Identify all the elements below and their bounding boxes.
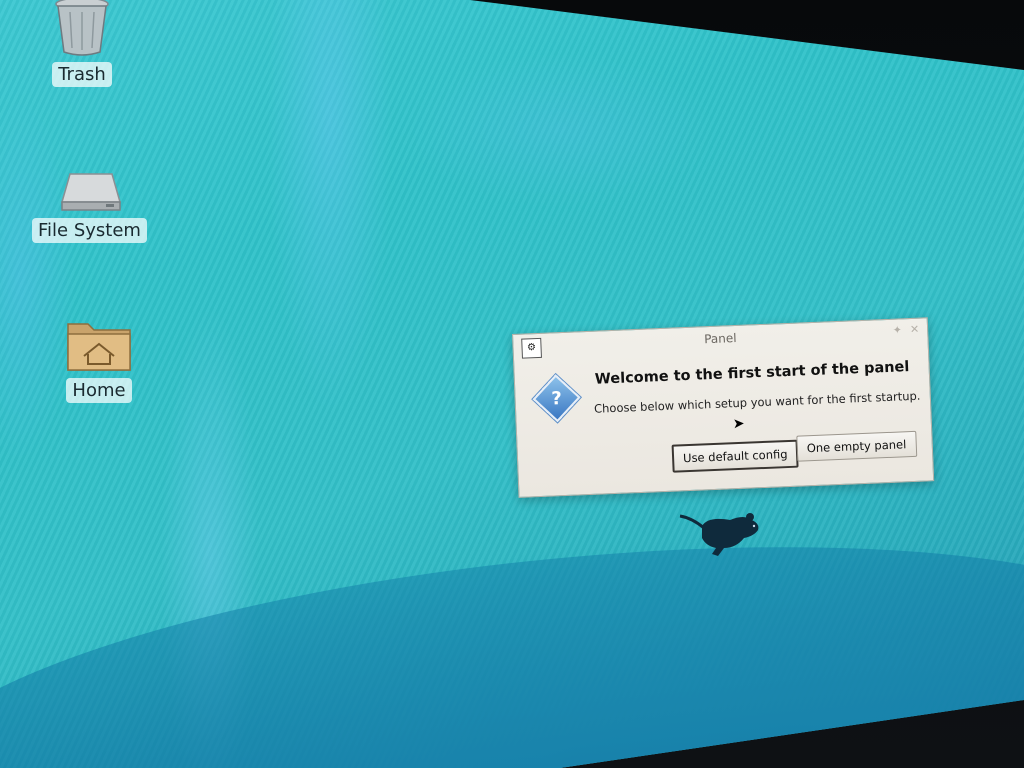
mouse-pointer-icon: ➤: [732, 415, 745, 433]
use-default-config-button[interactable]: Use default config: [671, 439, 800, 473]
desktop-icon-file-system[interactable]: File System: [32, 168, 147, 243]
pin-icon[interactable]: ✦: [892, 323, 902, 336]
window-controls: ✦ ✕: [892, 323, 919, 337]
dialog-message: Choose below which setup you want for th…: [593, 388, 921, 416]
dialog-heading: Welcome to the first start of the panel: [594, 359, 910, 388]
desktop-icon-label: File System: [32, 218, 147, 243]
desktop-icon-trash[interactable]: Trash: [52, 0, 112, 87]
one-empty-panel-button[interactable]: One empty panel: [796, 430, 917, 462]
photo-of-monitor: Trash File System Home ⚙ Panel ✦ ✕ ? Wel…: [0, 0, 1024, 768]
desktop-icon-label: Home: [66, 378, 132, 403]
xfce-mouse-icon: [679, 513, 759, 556]
question-mark-glyph: ?: [550, 387, 563, 409]
desktop-icon-label: Trash: [52, 62, 112, 87]
panel-welcome-dialog: ⚙ Panel ✦ ✕ ? Welcome to the first start…: [512, 317, 935, 498]
drive-icon: [61, 173, 122, 211]
home-folder-icon: [67, 323, 131, 371]
close-icon[interactable]: ✕: [910, 323, 920, 336]
trash-icon: [55, 0, 109, 56]
desktop-icon-home[interactable]: Home: [66, 318, 132, 403]
